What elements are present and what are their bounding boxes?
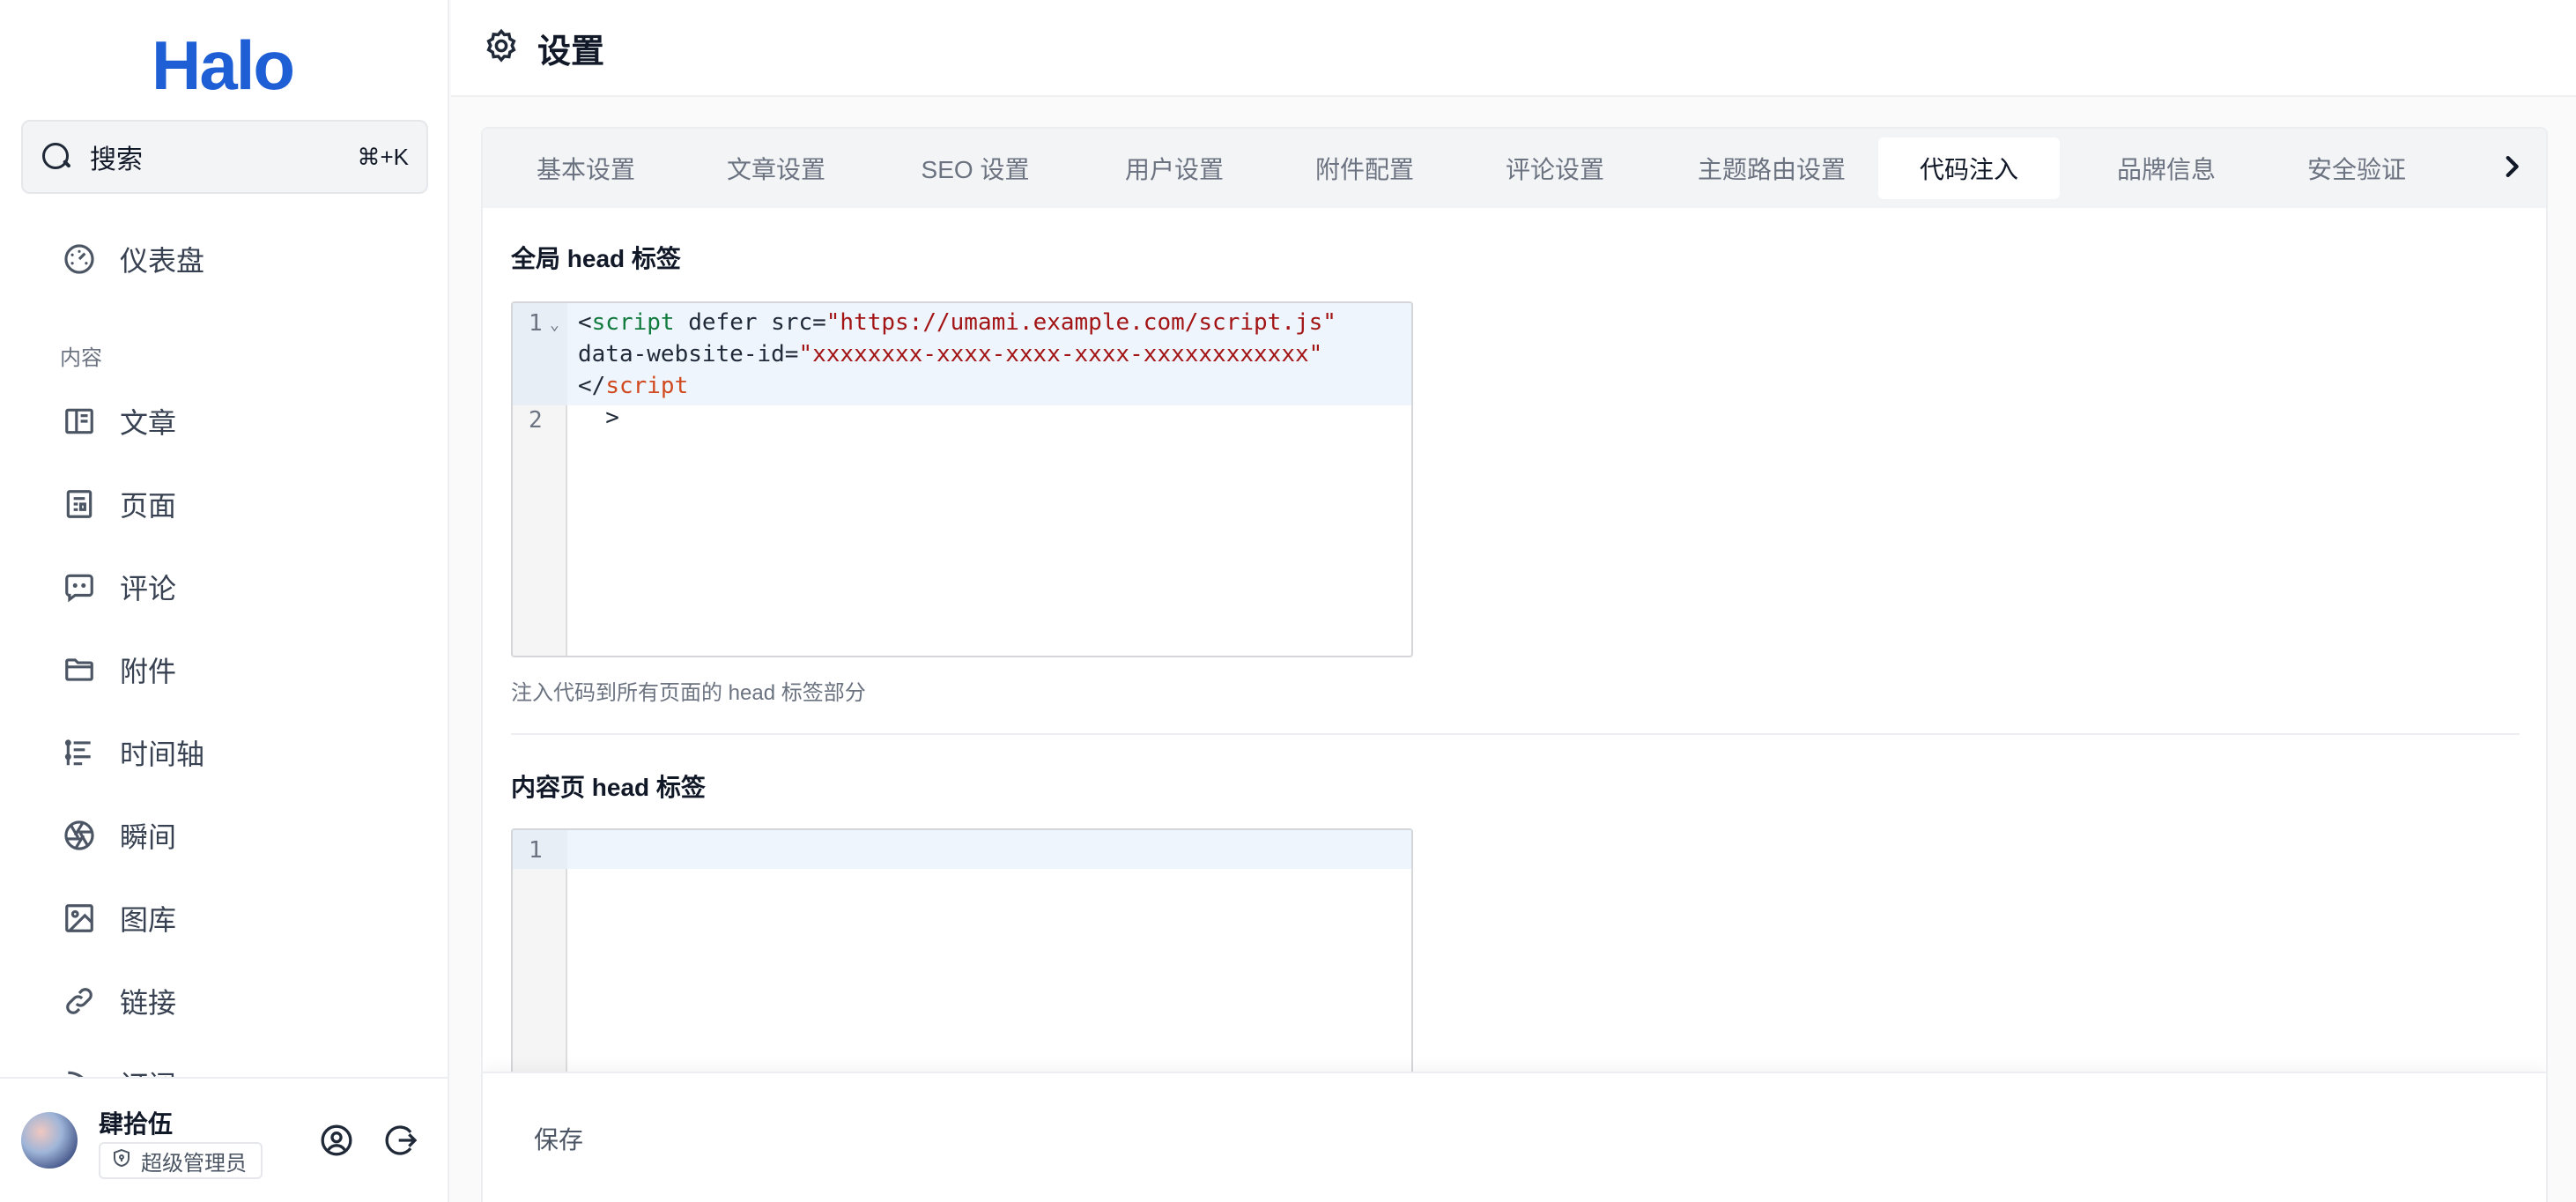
user-profile-icon[interactable] bbox=[319, 1123, 354, 1162]
user-panel: 肆拾伍 超级管理员 bbox=[0, 1077, 448, 1202]
book-open-icon bbox=[62, 404, 97, 439]
content-head-code-editor[interactable]: 1 bbox=[511, 828, 1413, 1093]
code-line: <script defer src="https://umami.example… bbox=[578, 307, 1336, 338]
field-help-global-head: 注入代码到所有页面的 head 标签部分 bbox=[511, 681, 866, 705]
chat-bubble-icon bbox=[62, 569, 97, 605]
code-token: < bbox=[578, 309, 592, 336]
code-token: "https://umami.example.com/script.js" bbox=[825, 309, 1336, 336]
line-number: 1 bbox=[529, 310, 543, 337]
logout-icon[interactable] bbox=[384, 1123, 419, 1162]
sidebar-item-label: 瞬间 bbox=[120, 821, 177, 853]
role-label: 超级管理员 bbox=[141, 1151, 247, 1176]
code-token: "xxxxxxxx-xxxx-xxxx-xxxx-xxxxxxxxxxxx" bbox=[798, 341, 1323, 367]
search-box[interactable]: 搜索 ⌘+K bbox=[21, 120, 428, 194]
field-label-content-head: 内容页 head 标签 bbox=[511, 774, 706, 801]
tab-users[interactable]: 用户设置 bbox=[1091, 137, 1258, 199]
search-shortcut: ⌘+K bbox=[357, 143, 409, 170]
sidebar-item-label: 链接 bbox=[120, 987, 177, 1019]
search-icon bbox=[41, 141, 72, 173]
aperture-icon bbox=[62, 818, 97, 853]
active-line-highlight bbox=[567, 830, 1411, 869]
folder-icon bbox=[62, 652, 97, 687]
image-icon bbox=[62, 901, 97, 936]
sidebar-item-label: 图库 bbox=[120, 904, 177, 936]
sidebar-item-dashboard[interactable]: 仪表盘 bbox=[62, 233, 204, 286]
settings-tabs: 基本设置 文章设置 SEO 设置 用户设置 附件配置 评论设置 主题路由设置 代… bbox=[483, 129, 2546, 208]
sidebar-item-label: 仪表盘 bbox=[120, 245, 205, 277]
code-token: </ bbox=[578, 373, 606, 399]
sidebar-item-attachments[interactable]: 附件 bbox=[62, 643, 176, 696]
save-button[interactable]: 保存 bbox=[534, 1112, 583, 1165]
tab-posts[interactable]: 文章设置 bbox=[692, 137, 860, 199]
code-token: data-website-id= bbox=[578, 341, 799, 367]
sidebar-item-gallery[interactable]: 图库 bbox=[62, 892, 176, 945]
line-number: 1 bbox=[529, 837, 543, 864]
section-heading-content: 内容 bbox=[60, 346, 102, 370]
sidebar-item-moments[interactable]: 瞬间 bbox=[62, 809, 176, 862]
link-icon bbox=[62, 983, 97, 1019]
sidebar-item-links[interactable]: 链接 bbox=[62, 975, 176, 1028]
settings-card: 基本设置 文章设置 SEO 设置 用户设置 附件配置 评论设置 主题路由设置 代… bbox=[481, 127, 2548, 1202]
tabs-scroll-right[interactable] bbox=[2405, 129, 2546, 208]
sidebar-item-comments[interactable]: 评论 bbox=[62, 560, 176, 613]
user-actions bbox=[319, 1123, 419, 1162]
file-layout-icon bbox=[62, 486, 97, 522]
tab-seo[interactable]: SEO 设置 bbox=[883, 137, 1068, 199]
role-badge: 超级管理员 bbox=[99, 1142, 263, 1179]
halo-logo[interactable]: Halo bbox=[152, 26, 295, 104]
code-line: > bbox=[578, 404, 619, 431]
sidebar-item-posts[interactable]: 文章 bbox=[62, 395, 176, 448]
code-token: script bbox=[605, 373, 689, 399]
user-name: 肆拾伍 bbox=[99, 1110, 174, 1138]
code-token: script bbox=[591, 309, 675, 336]
sidebar-item-label: 文章 bbox=[120, 407, 177, 439]
sidebar-item-label: 页面 bbox=[120, 490, 177, 522]
sidebar: Halo 搜索 ⌘+K 仪表盘 内容 文章 页面 评论 附件 时间轴 瞬间 图库… bbox=[0, 0, 449, 1202]
avatar[interactable] bbox=[21, 1112, 78, 1169]
sidebar-item-label: 附件 bbox=[120, 656, 177, 687]
sidebar-item-pages[interactable]: 页面 bbox=[62, 478, 176, 531]
code-line: </script bbox=[578, 370, 688, 402]
code-token: defer src= bbox=[674, 309, 826, 336]
search-label: 搜索 bbox=[90, 145, 143, 174]
tab-basic[interactable]: 基本设置 bbox=[502, 137, 670, 199]
fold-chevron-icon[interactable]: ⌄ bbox=[550, 315, 559, 334]
page-title: 设置 bbox=[537, 33, 605, 70]
tab-theme-routes[interactable]: 主题路由设置 bbox=[1662, 137, 1882, 199]
line-number: 2 bbox=[529, 407, 543, 434]
dashboard-icon bbox=[62, 241, 97, 277]
editor-gutter bbox=[513, 830, 567, 1091]
timeline-icon bbox=[62, 735, 97, 770]
logo-text: Halo bbox=[152, 26, 295, 104]
gear-icon bbox=[483, 27, 520, 69]
code-line: data-website-id="xxxxxxxx-xxxx-xxxx-xxxx… bbox=[578, 338, 1322, 370]
settings-footer: 保存 bbox=[483, 1072, 2546, 1202]
sidebar-item-label: 评论 bbox=[120, 573, 177, 605]
chevron-right-icon bbox=[2497, 152, 2527, 186]
sidebar-item-label: 时间轴 bbox=[120, 738, 205, 770]
page-header: 设置 bbox=[451, 0, 2576, 97]
global-head-code-editor[interactable]: 1 ⌄ 2 <script defer src="https://umami.e… bbox=[511, 301, 1413, 657]
shield-icon bbox=[111, 1147, 132, 1175]
tab-attachments[interactable]: 附件配置 bbox=[1281, 137, 1448, 199]
tab-comments[interactable]: 评论设置 bbox=[1471, 137, 1639, 199]
field-label-global-head: 全局 head 标签 bbox=[511, 245, 681, 272]
tab-brand[interactable]: 品牌信息 bbox=[2083, 137, 2250, 199]
section-divider bbox=[511, 733, 2520, 735]
sidebar-item-timeline[interactable]: 时间轴 bbox=[62, 726, 204, 779]
tab-code-injection[interactable]: 代码注入 bbox=[1878, 137, 2060, 199]
